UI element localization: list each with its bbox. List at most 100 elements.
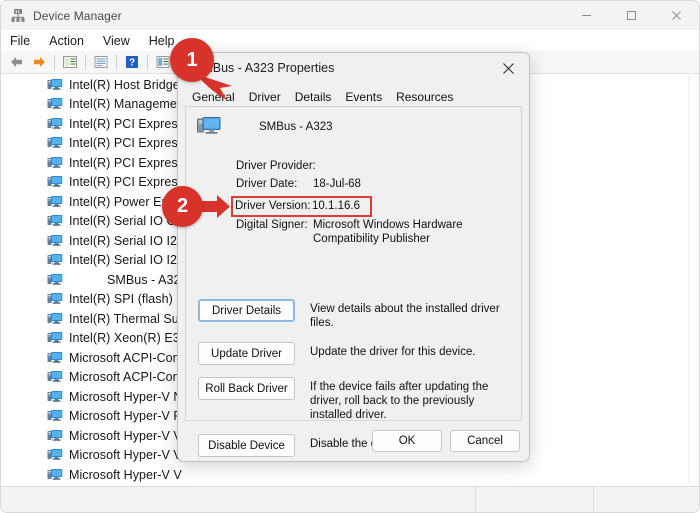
status-bar	[1, 486, 699, 512]
device-manager-icon	[10, 8, 26, 24]
status-bar-segment-main	[1, 487, 476, 512]
tab-details[interactable]: Details	[288, 88, 339, 107]
svg-text:?: ?	[129, 58, 135, 69]
device-node-icon	[47, 272, 63, 288]
menubar: File Action View Help	[1, 30, 699, 51]
driver-date-row: Driver Date: 18-Jul-68	[236, 178, 511, 192]
toolbar-separator	[147, 54, 148, 70]
ok-button[interactable]: OK	[372, 430, 442, 452]
tree-item-label: Intel(R) Host Bridge/	[69, 77, 184, 92]
window-titlebar: Device Manager	[1, 1, 699, 30]
driver-version-label: Driver Version:	[235, 199, 311, 212]
tab-resources[interactable]: Resources	[389, 88, 460, 107]
tree-item[interactable]: Microsoft Hyper-V V	[1, 465, 699, 484]
scan-hardware-icon[interactable]	[90, 52, 112, 72]
tree-item-label: Intel(R) Xeon(R) E3 -	[69, 331, 188, 346]
tree-item-label: Intel(R) Serial IO I2	[69, 233, 178, 248]
tree-item-label: Intel(R) Thermal Sub	[69, 311, 186, 326]
tree-item-label: Microsoft Hyper-V V	[69, 428, 182, 443]
driver-provider-label: Driver Provider:	[236, 160, 316, 172]
tree-item-label: Microsoft Hyper-V N	[69, 389, 183, 404]
close-icon[interactable]	[654, 1, 699, 30]
menu-item-action[interactable]: Action	[49, 34, 84, 48]
driver-info-grid: Driver Provider: Driver Date: 18-Jul-68 …	[231, 160, 511, 252]
tree-item-label: Intel(R) PCI Express	[69, 175, 184, 190]
disable-device-button[interactable]: Disable Device	[198, 434, 295, 457]
tree-item-label: Microsoft ACPI-Con	[69, 350, 180, 365]
window-controls	[564, 1, 699, 30]
minimize-icon[interactable]	[564, 1, 609, 30]
menu-item-help[interactable]: Help	[149, 34, 175, 48]
device-node-icon	[47, 389, 63, 405]
tree-item-label: SMBus - A32	[107, 272, 181, 287]
dialog-close-icon[interactable]	[487, 53, 529, 83]
tab-driver[interactable]: Driver	[241, 88, 288, 107]
driver-version-value: 10.1.16.6	[312, 199, 360, 212]
device-node-icon	[47, 350, 63, 366]
properties-icon[interactable]	[59, 52, 81, 72]
device-node-icon	[47, 213, 63, 229]
tree-item-label: Intel(R) PCI Express	[69, 136, 184, 151]
driver-date-value: 18-Jul-68	[313, 178, 361, 190]
driver-date-label: Driver Date:	[236, 178, 298, 190]
cancel-button[interactable]: Cancel	[450, 430, 520, 452]
device-node-icon	[47, 428, 63, 444]
device-node-icon	[47, 369, 63, 385]
device-name: SMBus - A323	[259, 121, 333, 133]
device-node-icon	[47, 330, 63, 346]
device-node-icon	[47, 155, 63, 171]
driver-details-row: Driver Details View details about the in…	[198, 299, 513, 330]
driver-provider-row: Driver Provider:	[236, 160, 511, 172]
update-driver-icon[interactable]	[152, 52, 174, 72]
menu-item-view[interactable]: View	[103, 34, 130, 48]
device-node-icon	[47, 77, 63, 93]
tree-item-label: Intel(R) SPI (flash) C	[69, 292, 186, 307]
device-node-icon	[47, 311, 63, 327]
tab-general-label: General	[192, 90, 235, 104]
driver-tab-panel: SMBus - A323 Driver Provider: Driver Dat…	[185, 106, 522, 457]
digital-signer-row: Digital Signer: Microsoft Windows Hardwa…	[236, 219, 511, 246]
back-icon[interactable]	[6, 52, 28, 72]
device-node-icon	[47, 96, 63, 112]
device-node-icon	[47, 194, 63, 210]
update-driver-description: Update the driver for this device.	[310, 346, 476, 358]
tree-item-label: Microsoft Hyper-V V	[69, 467, 182, 482]
roll-back-driver-button[interactable]: Roll Back Driver	[198, 377, 295, 400]
tree-item-label: Intel(R) Power Engin	[69, 194, 186, 209]
driver-details-description: View details about the installed driver …	[310, 303, 500, 329]
roll-back-driver-description: If the device fails after updating the d…	[310, 381, 489, 421]
roll-back-driver-row: Roll Back Driver If the device fails aft…	[198, 377, 513, 422]
tab-details-label: Details	[294, 90, 332, 104]
maximize-icon[interactable]	[609, 1, 654, 30]
forward-icon[interactable]	[28, 52, 50, 72]
dialog-tabstrip: General Driver Details Events Resources	[185, 86, 522, 107]
toolbar-separator	[116, 54, 117, 70]
tree-item-label: Intel(R) PCI Express	[69, 155, 184, 170]
device-node-icon	[47, 233, 63, 249]
main-window-scrollbar[interactable]	[688, 75, 699, 484]
toolbar-separator	[85, 54, 86, 70]
device-header: SMBus - A323	[197, 115, 333, 139]
tab-driver-label: Driver	[248, 90, 281, 104]
help-icon[interactable]: ?	[121, 52, 143, 72]
driver-version-row: Driver Version: 10.1.16.6	[231, 195, 372, 217]
digital-signer-value: Microsoft Windows Hardware Compatibility…	[313, 219, 463, 245]
digital-signer-label: Digital Signer:	[236, 219, 308, 231]
tab-general[interactable]: General	[185, 88, 242, 107]
toolbar-separator	[54, 54, 55, 70]
dialog-footer: OK Cancel	[364, 430, 520, 452]
device-node-icon	[47, 116, 63, 132]
dialog-titlebar: SMBus - A323 Properties	[178, 53, 529, 83]
tab-events[interactable]: Events	[338, 88, 389, 107]
tree-item-label: Intel(R) Managemen	[69, 97, 184, 112]
device-node-icon	[47, 135, 63, 151]
update-driver-button[interactable]: Update Driver	[198, 342, 295, 365]
status-bar-segment-right	[594, 487, 699, 512]
tree-item-label: Microsoft ACPI-Con	[69, 370, 180, 385]
menu-item-file[interactable]: File	[10, 34, 30, 48]
tree-item-label: Intel(R) Serial IO I2C	[69, 253, 187, 268]
device-node-icon	[47, 408, 63, 424]
device-node-icon	[47, 174, 63, 190]
driver-details-button[interactable]: Driver Details	[198, 299, 295, 322]
device-node-icon	[47, 291, 63, 307]
